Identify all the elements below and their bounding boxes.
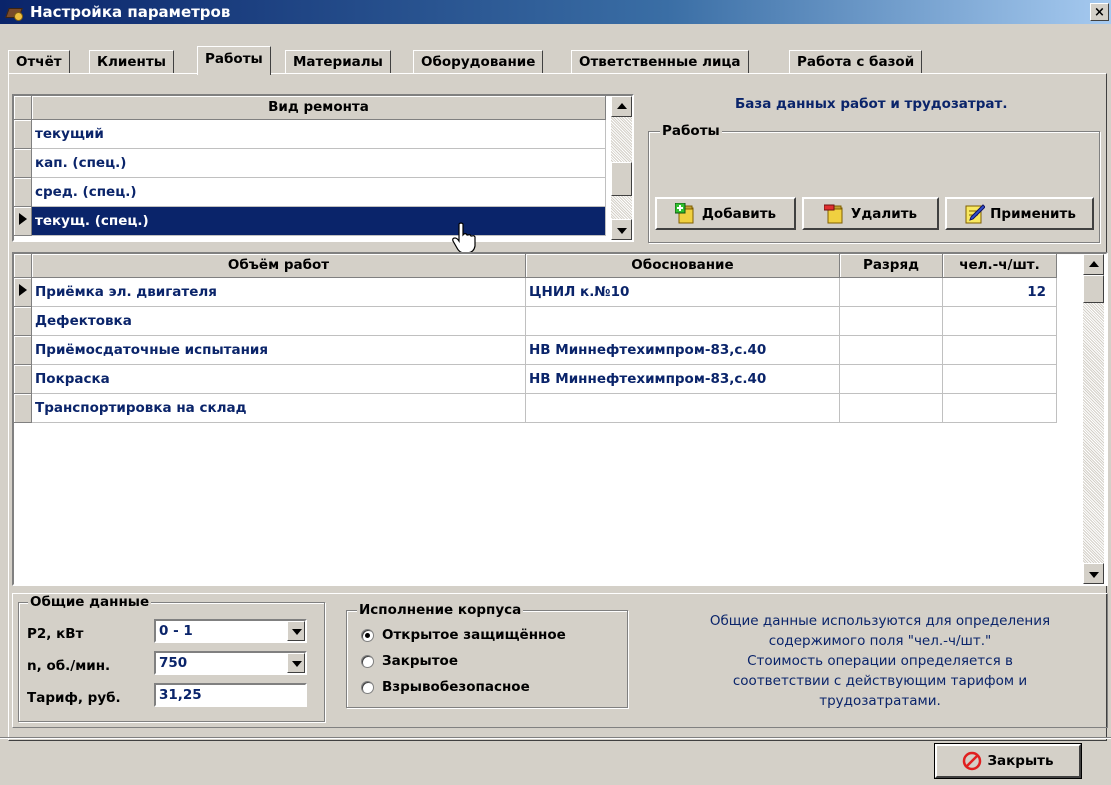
tab-clients[interactable]: Клиенты	[89, 50, 174, 74]
table-cell[interactable]	[526, 394, 840, 423]
add-button-label: Добавить	[701, 205, 777, 222]
n-label: n, об./мин.	[27, 658, 111, 674]
table-cell[interactable]	[943, 394, 1057, 423]
table-cell[interactable]	[840, 365, 943, 394]
add-icon	[674, 202, 694, 223]
dropdown-button[interactable]	[287, 621, 305, 641]
scroll-up-button[interactable]	[611, 96, 632, 117]
table-cell[interactable]: НВ Миннефтехимпром-83,с.40	[526, 365, 840, 394]
table-cell[interactable]: ЦНИЛ к.№10	[526, 278, 840, 307]
housing-group-label: Исполнение корпуса	[357, 602, 524, 618]
list-item[interactable]: кап. (спец.)	[32, 149, 606, 178]
scroll-down-button[interactable]	[611, 219, 632, 240]
repair-grid-scrollbar[interactable]	[611, 96, 632, 240]
housing-option-closed[interactable]: Закрытое	[361, 653, 458, 669]
bottom-separator	[0, 737, 1111, 739]
chevron-down-icon	[292, 661, 302, 667]
list-item-selected[interactable]: текущ. (спец.)	[32, 207, 606, 236]
table-cell[interactable]: 12	[943, 278, 1057, 307]
delete-icon	[823, 204, 843, 223]
radio-selected-icon	[361, 628, 374, 642]
table-cell[interactable]	[840, 394, 943, 423]
chevron-down-icon	[292, 629, 302, 635]
close-button-label: Закрыть	[987, 753, 1054, 769]
scroll-up-button[interactable]	[1083, 254, 1104, 275]
tab-works[interactable]: Работы	[197, 46, 271, 75]
delete-button-label: Удалить	[850, 205, 918, 222]
repair-type-grid[interactable]: Вид ремонта текущий кап. (спец.) сред. (…	[12, 94, 634, 242]
table-cell[interactable]: Транспортировка на склад	[32, 394, 526, 423]
tariff-label: Тариф, руб.	[27, 690, 121, 706]
housing-option-explosion-proof[interactable]: Взрывобезопасное	[361, 679, 530, 695]
add-button[interactable]: Добавить	[655, 197, 796, 230]
current-row-indicator	[14, 278, 32, 307]
arrow-down-icon	[617, 228, 627, 234]
arrow-down-icon	[1089, 572, 1099, 578]
app-icon	[5, 3, 24, 21]
arrow-up-icon	[1089, 261, 1099, 267]
row-pointer-icon	[19, 284, 27, 296]
list-item[interactable]: сред. (спец.)	[32, 178, 606, 207]
apply-button-label: Применить	[990, 205, 1076, 222]
list-item[interactable]: текущий	[32, 120, 606, 149]
works-table-scrollbar[interactable]	[1083, 254, 1104, 584]
housing-option-open[interactable]: Открытое защищённое	[361, 627, 566, 643]
column-header[interactable]: Объём работ	[32, 254, 526, 278]
column-header[interactable]: Разряд	[840, 254, 943, 278]
tariff-input[interactable]: 31,25	[154, 683, 307, 707]
n-select[interactable]: 750	[154, 651, 307, 675]
table-cell[interactable]: Приёмосдаточные испытания	[32, 336, 526, 365]
scroll-thumb[interactable]	[611, 162, 632, 196]
hand-cursor-icon	[452, 222, 476, 254]
p2-select[interactable]: 0 - 1	[154, 619, 307, 643]
works-group-label: Работы	[660, 123, 722, 139]
database-title: База данных работ и трудозатрат.	[735, 96, 1008, 112]
table-cell[interactable]	[840, 278, 943, 307]
dropdown-button[interactable]	[287, 653, 305, 673]
table-cell[interactable]	[526, 307, 840, 336]
radio-icon	[361, 680, 374, 694]
tab-materials[interactable]: Материалы	[285, 50, 391, 74]
apply-icon	[965, 203, 986, 223]
row-pointer-icon	[19, 213, 27, 225]
delete-button[interactable]: Удалить	[802, 197, 939, 230]
close-button[interactable]: Закрыть	[934, 743, 1082, 779]
window-title: Настройка параметров	[30, 3, 231, 21]
table-cell[interactable]: Покраска	[32, 365, 526, 394]
repair-type-header[interactable]: Вид ремонта	[32, 96, 606, 120]
apply-button[interactable]: Применить	[945, 197, 1094, 230]
tab-responsible[interactable]: Ответственные лица	[571, 50, 749, 74]
works-table[interactable]: Объём работ Обоснование Разряд чел.-ч/шт…	[12, 252, 1108, 586]
scroll-down-button[interactable]	[1083, 563, 1104, 584]
window-close-button[interactable]: ×	[1090, 3, 1109, 21]
table-cell[interactable]	[943, 336, 1057, 365]
radio-icon	[361, 654, 374, 668]
grid-corner	[14, 96, 32, 120]
tab-report[interactable]: Отчёт	[8, 50, 70, 74]
n-value: 750	[159, 655, 188, 671]
title-bar: Настройка параметров ×	[0, 0, 1111, 24]
table-cell[interactable]: Дефектовка	[32, 307, 526, 336]
p2-label: Р2, кВт	[27, 626, 84, 642]
no-entry-icon	[963, 751, 982, 771]
current-row-indicator	[14, 207, 32, 236]
table-cell[interactable]	[840, 336, 943, 365]
table-cell[interactable]: НВ Миннефтехимпром-83,с.40	[526, 336, 840, 365]
scroll-thumb[interactable]	[1083, 275, 1104, 303]
info-text: Общие данные используются для определени…	[709, 613, 1051, 709]
column-header[interactable]: Обоснование	[526, 254, 840, 278]
table-cell[interactable]	[943, 365, 1057, 394]
column-header[interactable]: чел.-ч/шт.	[943, 254, 1057, 278]
arrow-up-icon	[617, 103, 627, 109]
tab-equipment[interactable]: Оборудование	[413, 50, 544, 74]
tab-database[interactable]: Работа с базой	[789, 50, 923, 74]
table-cell[interactable]: Приёмка эл. двигателя	[32, 278, 526, 307]
table-cell[interactable]	[943, 307, 1057, 336]
table-cell[interactable]	[840, 307, 943, 336]
general-data-label: Общие данные	[28, 594, 152, 610]
p2-value: 0 - 1	[159, 623, 193, 639]
